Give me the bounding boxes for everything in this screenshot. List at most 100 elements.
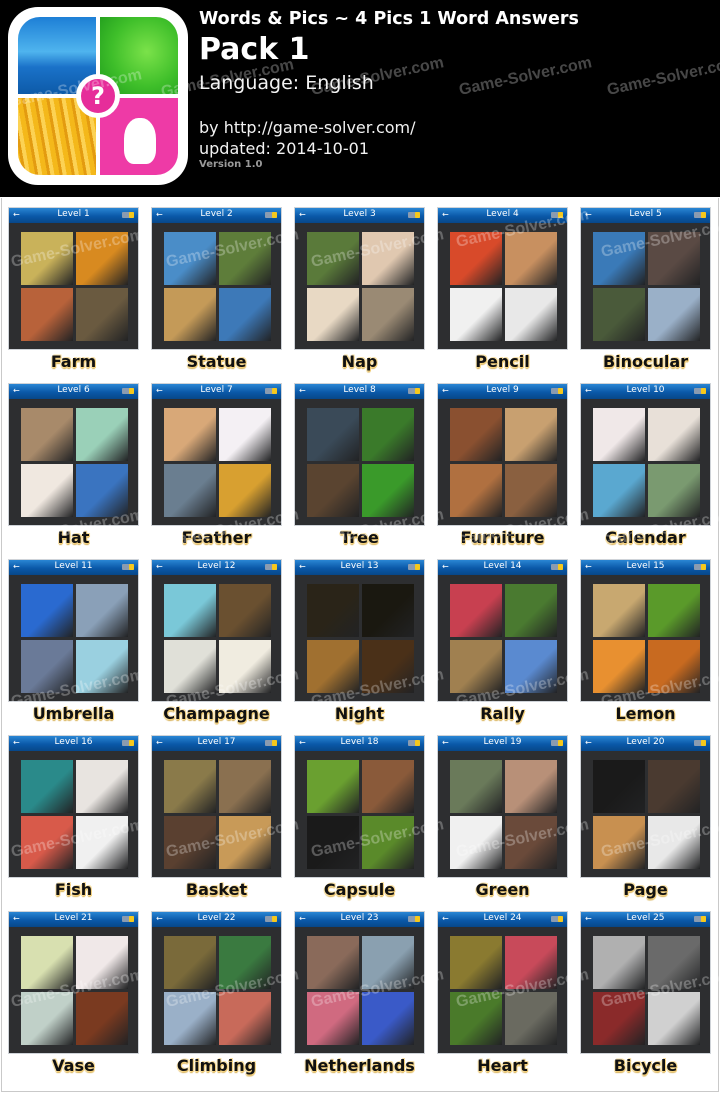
clue-picture xyxy=(648,936,700,989)
level-card[interactable]: ← Level 8 xyxy=(294,383,425,526)
four-pics xyxy=(21,936,128,1045)
level-label: Level 20 xyxy=(626,737,665,747)
clue-picture xyxy=(505,464,557,517)
card-header: ← Level 12 xyxy=(152,560,281,575)
card-header: ← Level 8 xyxy=(295,384,424,399)
clue-picture xyxy=(593,760,645,813)
level-card[interactable]: ← Level 2 xyxy=(151,207,282,350)
answer-label: Statue xyxy=(186,352,247,371)
question-mark-icon: ? xyxy=(76,74,120,118)
clue-picture xyxy=(450,464,502,517)
clue-picture xyxy=(450,232,502,285)
level-card[interactable]: ← Level 9 xyxy=(437,383,568,526)
level-card[interactable]: ← Level 18 xyxy=(294,735,425,878)
clue-picture xyxy=(21,816,73,869)
clue-picture xyxy=(307,408,359,461)
level-card[interactable]: ← Level 14 xyxy=(437,559,568,702)
clue-picture xyxy=(21,992,73,1045)
clue-picture xyxy=(450,816,502,869)
level-card[interactable]: ← Level 19 xyxy=(437,735,568,878)
level-card[interactable]: ← Level 12 xyxy=(151,559,282,702)
battery-icon xyxy=(408,916,420,922)
clue-picture xyxy=(593,816,645,869)
level-label: Level 6 xyxy=(57,385,90,395)
clue-picture xyxy=(76,816,128,869)
level-card[interactable]: ← Level 13 xyxy=(294,559,425,702)
level-label: Level 22 xyxy=(197,913,236,923)
four-pics xyxy=(164,408,271,517)
clue-picture xyxy=(648,992,700,1045)
clue-picture xyxy=(307,232,359,285)
clue-picture xyxy=(648,640,700,693)
level-card[interactable]: ← Level 5 xyxy=(580,207,711,350)
level-card[interactable]: ← Level 11 xyxy=(8,559,139,702)
level-label: Level 25 xyxy=(626,913,665,923)
level-card[interactable]: ← Level 21 xyxy=(8,911,139,1054)
level-card[interactable]: ← Level 17 xyxy=(151,735,282,878)
clue-picture xyxy=(219,816,271,869)
four-pics xyxy=(21,760,128,869)
answer-label: Lemon xyxy=(615,704,676,723)
clue-picture xyxy=(648,584,700,637)
answer-label: Feather xyxy=(181,528,252,547)
pack-title: Pack 1 xyxy=(199,32,310,67)
clue-picture xyxy=(648,232,700,285)
level-label: Level 12 xyxy=(197,561,236,571)
source-link[interactable]: by http://game-solver.com/ xyxy=(199,118,416,137)
clue-picture xyxy=(76,760,128,813)
level-card[interactable]: ← Level 6 xyxy=(8,383,139,526)
level-label: Level 18 xyxy=(340,737,379,747)
clue-picture xyxy=(362,992,414,1045)
clue-picture xyxy=(219,640,271,693)
clue-picture xyxy=(76,640,128,693)
answer-label: Binocular xyxy=(602,352,689,371)
card-header: ← Level 10 xyxy=(581,384,710,399)
level-card[interactable]: ← Level 25 xyxy=(580,911,711,1054)
clue-picture xyxy=(593,640,645,693)
level-card[interactable]: ← Level 4 xyxy=(437,207,568,350)
level-card[interactable]: ← Level 22 xyxy=(151,911,282,1054)
four-pics xyxy=(450,408,557,517)
level-card[interactable]: ← Level 7 xyxy=(151,383,282,526)
clue-picture xyxy=(164,408,216,461)
battery-icon xyxy=(694,916,706,922)
clue-picture xyxy=(450,408,502,461)
clue-picture xyxy=(505,936,557,989)
clue-picture xyxy=(593,232,645,285)
battery-icon xyxy=(551,388,563,394)
level-card[interactable]: ← Level 3 xyxy=(294,207,425,350)
answer-label: Climbing xyxy=(176,1056,257,1075)
level-card[interactable]: ← Level 15 xyxy=(580,559,711,702)
clue-picture xyxy=(307,464,359,517)
level-card[interactable]: ← Level 23 xyxy=(294,911,425,1054)
level-card[interactable]: ← Level 24 xyxy=(437,911,568,1054)
clue-picture xyxy=(362,640,414,693)
four-pics xyxy=(164,760,271,869)
clue-picture xyxy=(164,816,216,869)
battery-icon xyxy=(265,564,277,570)
clue-picture xyxy=(505,232,557,285)
level-label: Level 3 xyxy=(343,209,376,219)
level-card[interactable]: ← Level 10 xyxy=(580,383,711,526)
battery-icon xyxy=(122,740,134,746)
version-label: Version 1.0 xyxy=(199,159,263,170)
card-header: ← Level 19 xyxy=(438,736,567,751)
level-card[interactable]: ← Level 1 xyxy=(8,207,139,350)
clue-picture xyxy=(164,936,216,989)
card-header: ← Level 5 xyxy=(581,208,710,223)
clue-picture xyxy=(362,816,414,869)
clue-picture xyxy=(362,464,414,517)
clue-picture xyxy=(21,640,73,693)
level-card[interactable]: ← Level 20 xyxy=(580,735,711,878)
battery-icon xyxy=(122,212,134,218)
clue-picture xyxy=(505,760,557,813)
battery-icon xyxy=(408,564,420,570)
clue-picture xyxy=(21,936,73,989)
battery-icon xyxy=(265,916,277,922)
clue-picture xyxy=(164,584,216,637)
level-label: Level 11 xyxy=(54,561,93,571)
level-card[interactable]: ← Level 16 xyxy=(8,735,139,878)
clue-picture xyxy=(76,584,128,637)
clue-picture xyxy=(164,640,216,693)
level-label: Level 19 xyxy=(483,737,522,747)
